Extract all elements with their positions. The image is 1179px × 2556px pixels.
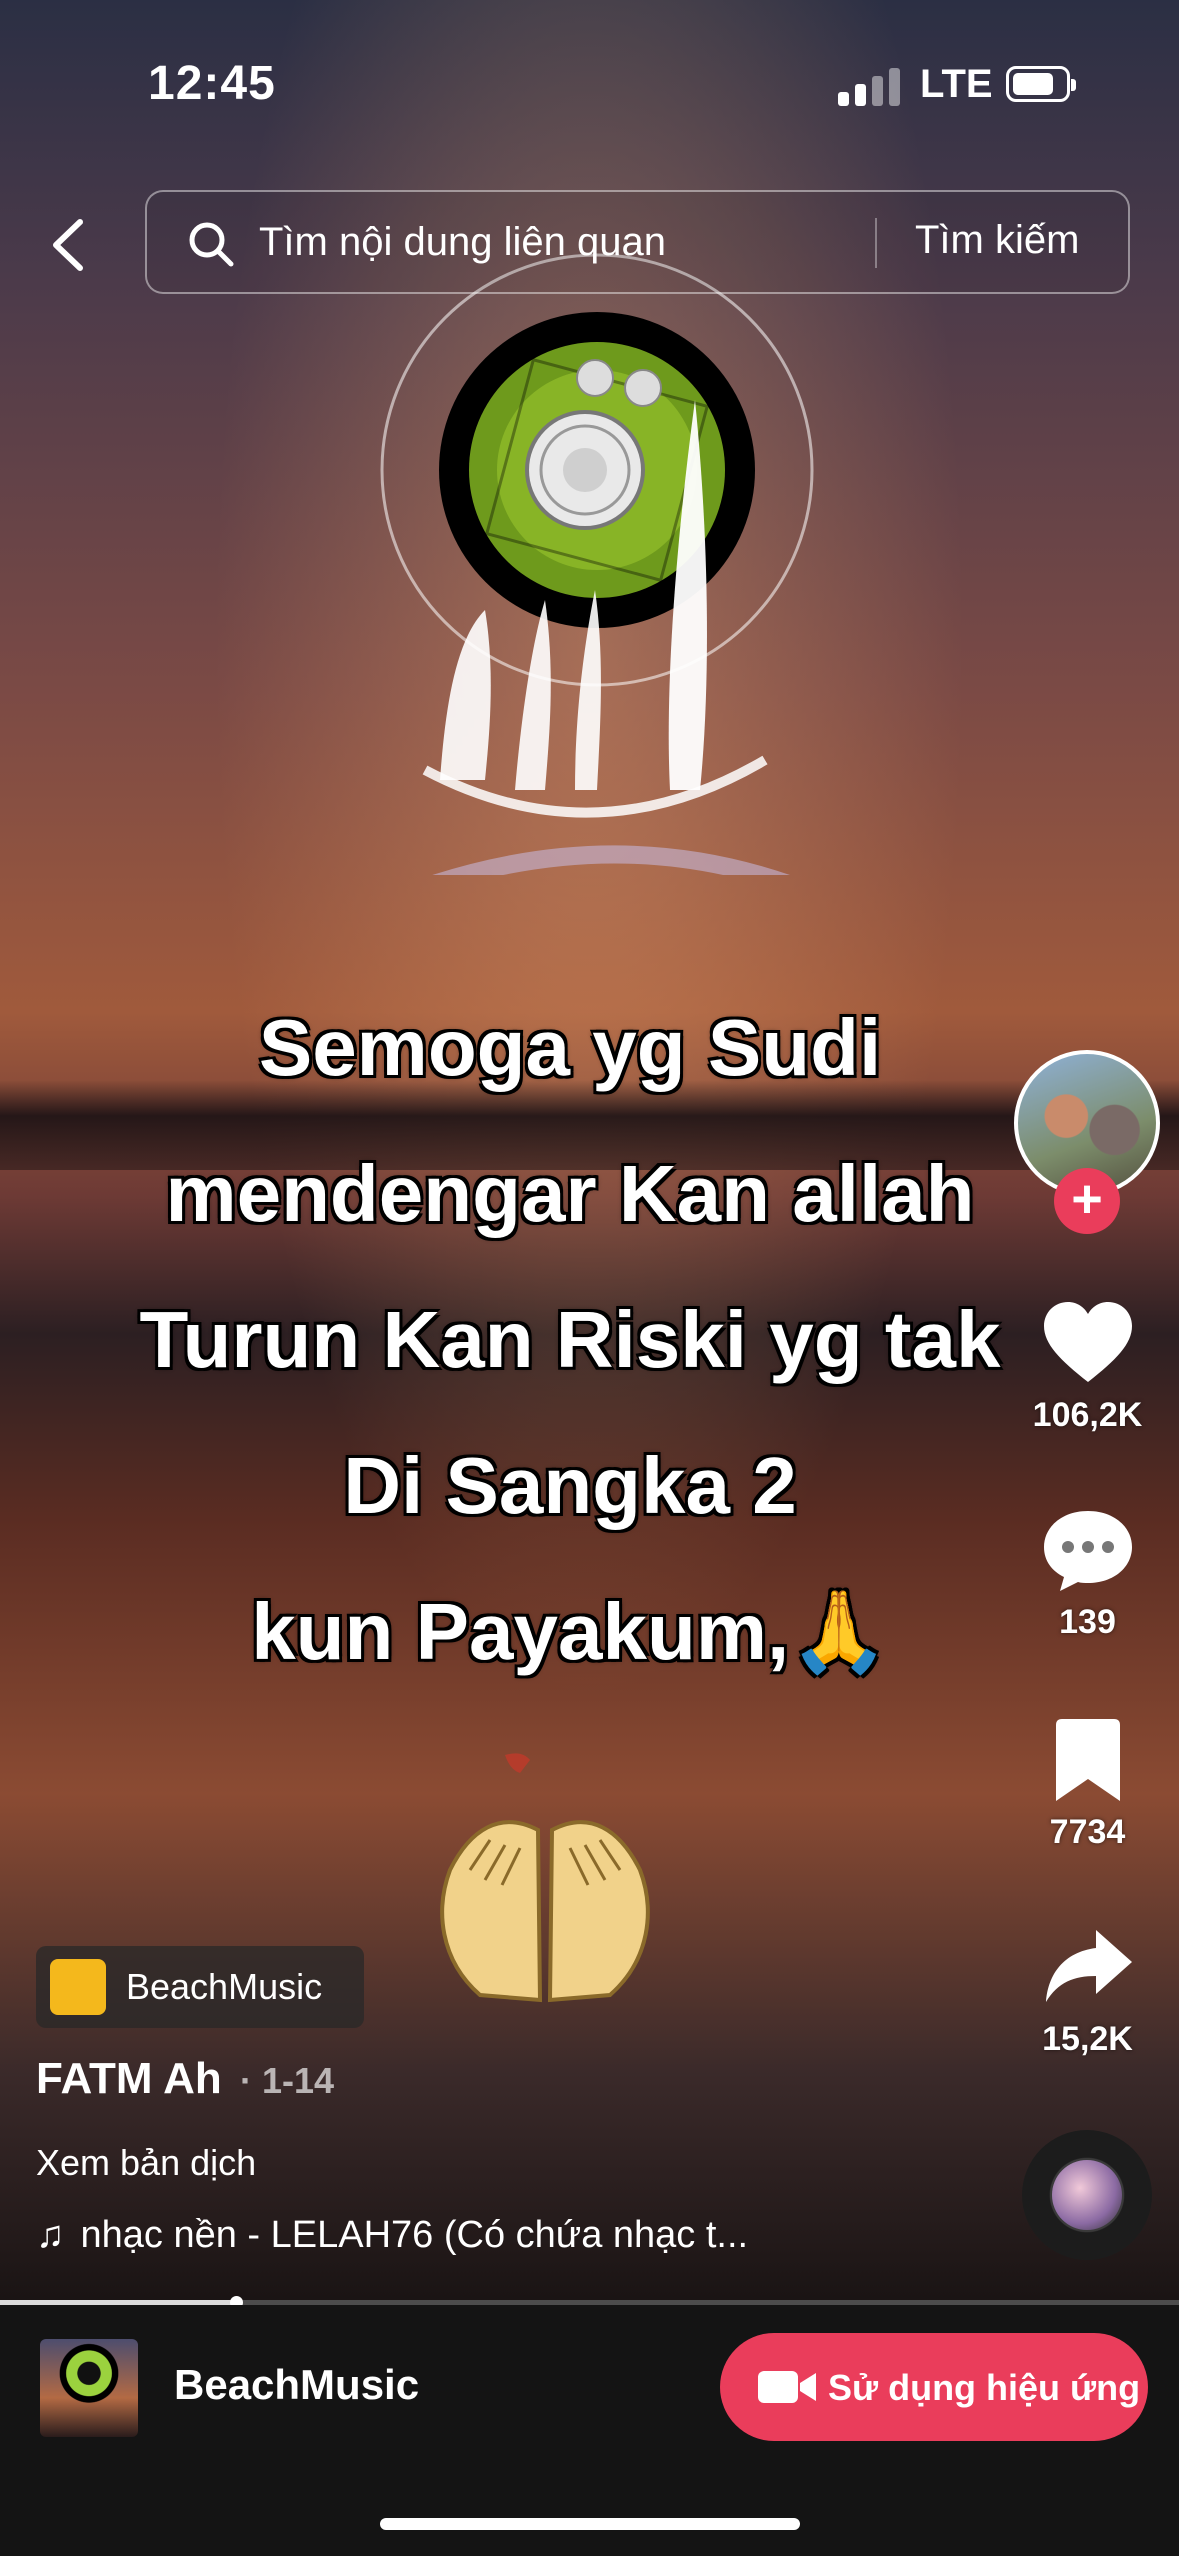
effect-bottom-bar: BeachMusic Sử dụng hiệu ứng xyxy=(0,2305,1179,2556)
effect-tag-label: BeachMusic xyxy=(126,1966,323,2007)
video-caption: Semoga yg Sudi mendengar Kan allah Turun… xyxy=(139,1003,1001,1676)
effect-tag[interactable]: BeachMusic xyxy=(36,1946,364,2028)
search-icon xyxy=(189,222,234,267)
praying-hands-graphic xyxy=(440,1753,650,2003)
search-divider xyxy=(875,218,877,268)
see-translation-link[interactable]: Xem bản dịch xyxy=(36,2142,256,2184)
follow-plus-button[interactable]: + xyxy=(1054,1168,1120,1234)
bookmark-icon xyxy=(1055,1719,1120,1801)
use-effect-button[interactable]: Sử dụng hiệu ứng xyxy=(720,2333,1148,2441)
search-placeholder[interactable]: Tìm nội dung liên quan xyxy=(259,220,666,265)
like-count: 106,2K xyxy=(1032,1396,1143,1434)
music-title: nhạc nền - LELAH76 (Có chứa nhạc t... xyxy=(80,2214,749,2256)
video-camera-icon xyxy=(758,2371,816,2403)
comment-button[interactable]: 139 xyxy=(1010,1505,1165,1642)
share-button[interactable]: 15,2K xyxy=(1010,1922,1165,2059)
comment-bubble-icon xyxy=(1043,1511,1132,1591)
bookmark-count: 7734 xyxy=(1049,1813,1126,1851)
battery-icon xyxy=(1006,66,1076,102)
effect-name[interactable]: BeachMusic xyxy=(174,2361,419,2409)
use-effect-label: Sử dụng hiệu ứng xyxy=(828,2367,1141,2408)
status-bar: 12:45 LTE xyxy=(0,0,1179,150)
bookmark-button[interactable]: 7734 xyxy=(1010,1715,1165,1852)
like-button[interactable]: 106,2K xyxy=(1010,1298,1165,1435)
share-arrow-icon xyxy=(1045,1930,1132,2002)
sparkle-icon xyxy=(50,1959,106,2015)
music-disc-cover xyxy=(1052,2160,1122,2230)
cellular-signal-icon xyxy=(838,66,902,106)
back-arrow-icon[interactable] xyxy=(40,210,100,280)
network-type: LTE xyxy=(920,62,993,106)
status-time: 12:45 xyxy=(148,57,276,110)
author-line[interactable]: FATM Ah · 1-14 xyxy=(36,2054,334,2104)
home-indicator[interactable] xyxy=(380,2518,800,2530)
share-count: 15,2K xyxy=(1042,2020,1133,2058)
search-button[interactable]: Tìm kiếm xyxy=(915,218,1079,263)
music-note-icon: ♫ xyxy=(36,2214,65,2256)
heart-icon xyxy=(1043,1302,1132,1382)
post-date: · 1-14 xyxy=(239,2060,335,2101)
author-name[interactable]: FATM Ah xyxy=(36,2054,222,2103)
effect-thumbnail[interactable] xyxy=(40,2339,138,2437)
music-disc[interactable] xyxy=(1022,2130,1152,2260)
comment-count: 139 xyxy=(1059,1603,1116,1641)
music-line[interactable]: ♫ nhạc nền - LELAH76 (Có chứa nhạc t... xyxy=(36,2214,748,2257)
search-bar[interactable]: Tìm nội dung liên quan Tìm kiếm xyxy=(145,190,1130,294)
